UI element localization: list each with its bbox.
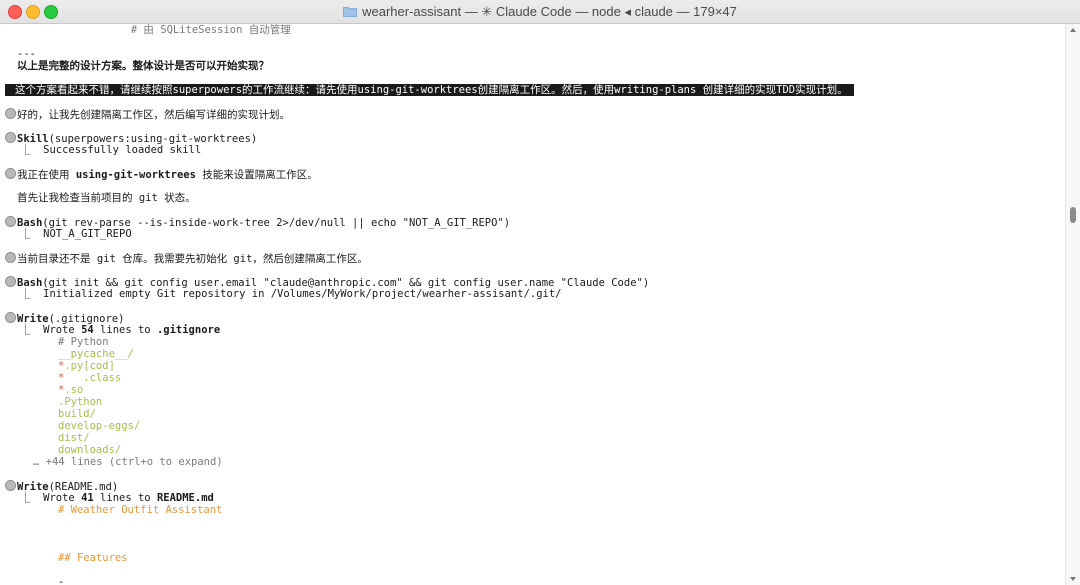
tool-result-line: ⎿ NOT_A_GIT_REPO	[20, 228, 132, 240]
bullet-icon	[5, 480, 16, 491]
glob-pattern: .py[cod]	[64, 360, 115, 372]
assistant-message: 首先让我检查当前项目的 git 状态。	[17, 192, 196, 204]
vertical-scrollbar[interactable]	[1065, 24, 1080, 585]
user-prompt-line: 这个方案看起来不错，请继续按照superpowers的工作流继续：请先使用usi…	[5, 84, 854, 96]
assistant-message: 好的，让我先创建隔离工作区，然后编写详细的实现计划。	[0, 108, 290, 121]
assistant-message: 当前目录还不是 git 仓库。我需要先初始化 git，然后创建隔离工作区。	[0, 252, 368, 265]
file-preview-line: __pycache__/	[58, 348, 134, 360]
file-preview-line: *.py[cod]	[0, 360, 115, 372]
folder-icon	[343, 7, 358, 17]
file-preview-line: # Python	[58, 336, 109, 348]
tool-call-line: Skill(superpowers:using-git-worktrees)	[0, 132, 257, 145]
terminal-line: 以上是完整的设计方案。整体设计是否可以开始实现？	[17, 60, 269, 72]
file-preview-line: # Weather Outfit Assistant	[58, 504, 223, 516]
file-preview-line: ## Features	[58, 552, 128, 564]
file-preview-line: build/	[58, 408, 96, 420]
bullet-icon	[5, 168, 16, 179]
file-preview-line: downloads/	[58, 444, 122, 456]
result-text: ⎿ Wrote	[20, 492, 82, 504]
terminal-output[interactable]: # 由 SQLiteSession 自动管理 --- 以上是完整的设计方案。整体…	[0, 24, 1066, 585]
scrollbar-thumb[interactable]	[1070, 207, 1076, 223]
glob-pattern: .so	[64, 384, 84, 396]
result-text: lines to	[93, 324, 157, 336]
bullet-icon	[5, 132, 16, 143]
tool-result-line: ⎿ Wrote 54 lines to .gitignore	[0, 324, 220, 336]
tool-call-line: Bash(git rev-parse --is-inside-work-tree…	[0, 216, 510, 229]
bullet-icon	[5, 108, 16, 119]
title-bar: wearher-assisant — ✳ Claude Code — node …	[0, 0, 1080, 24]
window-title: wearher-assisant — ✳ Claude Code — node …	[362, 3, 737, 19]
terminal-line: ---	[17, 48, 36, 60]
tool-call-line: Write(README.md)	[0, 480, 118, 493]
tool-call-line: Write(.gitignore)	[0, 312, 124, 325]
tool-call-line: Bash(git init && git config user.email "…	[0, 276, 649, 289]
file-preview-line: develop-eggs/	[58, 420, 141, 432]
message-bold-text: using-git-worktrees	[75, 169, 196, 181]
terminal-line: # 由 SQLiteSession 自动管理	[17, 24, 291, 36]
bullet-icon	[5, 312, 16, 323]
result-text: ⎿ Wrote	[20, 324, 82, 336]
file-preview-line: * .class	[0, 372, 121, 384]
file-preview-line: *.so	[0, 384, 83, 396]
line-count: 54	[81, 324, 94, 336]
bullet-icon	[5, 252, 16, 263]
line-count: 41	[81, 492, 94, 504]
message-text: 当前目录还不是 git 仓库。我需要先初始化 git，然后创建隔离工作区。	[17, 253, 368, 265]
tool-result-line: ⎿ Successfully loaded skill	[20, 144, 202, 156]
bullet-icon	[5, 276, 16, 287]
assistant-message: 我正在使用 using-git-worktrees 技能来设置隔离工作区。	[0, 168, 318, 181]
message-text: 好的，让我先创建隔离工作区，然后编写详细的实现计划。	[17, 109, 290, 121]
file-name: README.md	[156, 492, 214, 504]
tool-result-line: ⎿ Wrote 41 lines to README.md	[0, 492, 214, 504]
file-preview-line: .Python	[58, 396, 103, 408]
expand-hint[interactable]: … +44 lines (ctrl+o to expand)	[0, 456, 223, 468]
bullet-icon	[5, 216, 16, 227]
message-text: 我正在使用	[17, 169, 76, 181]
terminal-window: wearher-assisant — ✳ Claude Code — node …	[0, 0, 1080, 585]
file-preview-line: -	[58, 576, 65, 585]
result-text: lines to	[93, 492, 157, 504]
message-text: 技能来设置隔离工作区。	[195, 169, 318, 181]
glob-pattern: .class	[64, 372, 122, 384]
file-preview-line: dist/	[58, 432, 90, 444]
scroll-down-icon[interactable]	[1070, 577, 1076, 581]
window-title-container: wearher-assisant — ✳ Claude Code — node …	[0, 0, 1080, 23]
tool-result-line: ⎿ Initialized empty Git repository in /V…	[20, 288, 562, 300]
scroll-up-icon[interactable]	[1070, 28, 1076, 32]
file-name: .gitignore	[156, 324, 221, 336]
